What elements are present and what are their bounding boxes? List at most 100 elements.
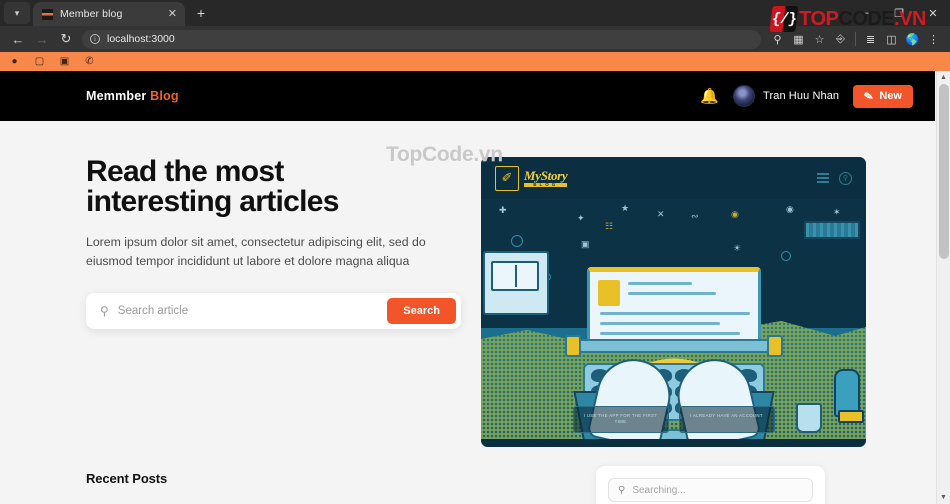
scrollbar-thumb[interactable]: [939, 84, 949, 259]
illustration-search-icon: ⚲: [839, 171, 852, 185]
pen-icon: ✎: [863, 89, 875, 104]
hero-paragraph: Lorem ipsum dolor sit amet, consectetur …: [86, 235, 426, 269]
screen-badge-icon: [597, 280, 620, 306]
sidebar-search-card: ⚲: [596, 466, 825, 504]
maximize-icon[interactable]: ❐: [882, 0, 916, 26]
recent-posts-column: Recent Posts: [86, 471, 576, 504]
hero-illustration: ✐ MyStory BLOG ⚲ ✚ ✦ ★ ✕ ◉ ◉ ✶ ☀ ☷ ▣ ∾ I…: [481, 157, 866, 447]
instagram-icon[interactable]: ▢: [33, 55, 46, 68]
page-title: Read the most interesting articles: [86, 157, 461, 217]
browser-window: ▾ Member blog ✕ + — ❐ ✕ ← → ↻ i localhos…: [0, 0, 950, 504]
typewriter-screen: [586, 267, 761, 343]
first-time-button[interactable]: I USE THE APP FOR THE FIRST TIME: [572, 405, 669, 433]
tab-search-button[interactable]: ▾: [4, 2, 30, 24]
notification-bell-icon[interactable]: 🔔: [700, 87, 719, 105]
page-viewport: Memmber Blog 🔔 Tran Huu Nhan ✎ New Read …: [0, 71, 950, 504]
sidebar-search-bar[interactable]: ⚲: [608, 478, 813, 502]
window-close-icon[interactable]: ✕: [916, 0, 950, 26]
open-book-illustration: [491, 261, 539, 291]
illustration-artwork: ✚ ✦ ★ ✕ ◉ ◉ ✶ ☀ ☷ ▣ ∾ I USE THE APP FOR …: [481, 199, 866, 447]
tab-title: Member blog: [60, 8, 123, 20]
mystory-sub: BLOG: [524, 182, 568, 188]
phone-icon[interactable]: ✆: [83, 55, 96, 68]
typewriter-knob-right: [766, 335, 783, 357]
new-post-button-label: New: [879, 90, 902, 102]
back-icon[interactable]: ←: [6, 28, 30, 50]
mystory-wordmark: MyStory BLOG: [524, 167, 568, 188]
circle-doodle: [511, 235, 523, 247]
scroll-up-arrow[interactable]: ▲: [937, 71, 950, 84]
have-account-button[interactable]: I ALREADY HAVE AN ACCOUNT: [678, 405, 775, 433]
browser-toolbar: ← → ↻ i localhost:3000 ⚲ ▦ ☆ ⎆ ≣ ◫ 🌎 ⋮: [0, 26, 950, 52]
quill-badge-icon: ✐: [495, 165, 519, 191]
site-info-icon[interactable]: i: [90, 34, 100, 44]
scroll-down-arrow[interactable]: ▼: [937, 491, 950, 504]
sparkle-icon: ✦: [577, 213, 585, 223]
twitch-icon[interactable]: ▣: [58, 55, 71, 68]
forward-icon[interactable]: →: [30, 28, 54, 50]
rocket-icon: ★: [621, 203, 630, 213]
hero-copy: Read the most interesting articles Lorem…: [86, 157, 461, 447]
member-blog-favicon: [42, 8, 53, 20]
user-menu[interactable]: Tran Huu Nhan: [733, 85, 839, 107]
brand-word-1: Memmber: [86, 89, 147, 103]
sidebar-search-input[interactable]: [632, 484, 803, 496]
open-book-icon: ☷: [605, 221, 614, 231]
tab-member-blog[interactable]: Member blog ✕: [33, 2, 185, 26]
hero-search-bar: ⚲ Search: [86, 293, 461, 330]
header-actions: 🔔 Tran Huu Nhan ✎ New: [700, 84, 913, 108]
site-brand[interactable]: Memmber Blog: [86, 89, 179, 103]
hero-title-line-1: Read the most: [86, 155, 284, 188]
profile-icon[interactable]: 🌎: [902, 29, 923, 50]
address-bar-url: localhost:3000: [107, 33, 175, 45]
sidebar-search-icon: ⚲: [618, 484, 626, 496]
mystory-name: MyStory: [524, 167, 568, 183]
minimize-icon[interactable]: —: [848, 0, 882, 26]
illustration-cta-row: I USE THE APP FOR THE FIRST TIME I ALREA…: [481, 405, 866, 433]
window-controls: — ❐ ✕: [848, 0, 950, 26]
reload-icon[interactable]: ↻: [54, 28, 78, 50]
illustration-footer-bar: [481, 439, 866, 447]
planet-icon: ◉: [731, 209, 739, 219]
address-bar[interactable]: i localhost:3000: [82, 29, 761, 49]
illustration-app-bar-icons: ⚲: [817, 171, 852, 185]
search-button[interactable]: Search: [387, 298, 456, 325]
tab-strip: ▾ Member blog ✕ + — ❐ ✕: [0, 0, 950, 26]
bookmark-star-icon[interactable]: ☆: [809, 29, 830, 50]
typewriter-knob-left: [564, 335, 581, 357]
content-section: Recent Posts ⚲: [0, 447, 935, 504]
user-name: Tran Huu Nhan: [763, 90, 840, 102]
new-post-button[interactable]: ✎ New: [853, 84, 913, 108]
site-header: Memmber Blog 🔔 Tran Huu Nhan ✎ New: [0, 71, 935, 121]
crane-illustration: [804, 221, 860, 239]
balloon-icon: ☀: [733, 243, 742, 253]
illustration-app-bar: ✐ MyStory BLOG ⚲: [481, 157, 866, 199]
sunburst-icon: ✶: [833, 207, 841, 217]
hero-title-line-2: interesting articles: [86, 185, 339, 218]
circle-doodle: [781, 251, 791, 261]
brand-word-2: Blog: [150, 89, 179, 103]
bookmarks-bar: ● ▢ ▣ ✆: [0, 52, 950, 71]
chrome-menu-icon[interactable]: ⋮: [923, 29, 944, 50]
key-icon[interactable]: ⚲: [767, 29, 788, 50]
reading-list-icon[interactable]: ≣: [860, 29, 881, 50]
page-scrollbar[interactable]: ▲ ▼: [936, 71, 950, 504]
extensions-icon[interactable]: ⎆: [830, 29, 851, 50]
squiggle-icon: ∾: [691, 211, 699, 221]
payment-card-icon[interactable]: ▦: [788, 29, 809, 50]
side-panel-icon[interactable]: ◫: [881, 29, 902, 50]
typewriter-roller: [568, 339, 779, 353]
hamburger-icon: [817, 173, 829, 183]
avatar: [733, 85, 756, 107]
close-icon[interactable]: ✕: [166, 7, 179, 22]
new-tab-button[interactable]: +: [190, 2, 212, 24]
facebook-icon[interactable]: ●: [8, 55, 21, 68]
cube-icon: ▣: [581, 239, 590, 249]
mystory-logo: ✐ MyStory BLOG: [495, 165, 568, 191]
sparkle-icon: ✚: [499, 205, 507, 215]
hero-section: Read the most interesting articles Lorem…: [0, 121, 935, 447]
cross-icon: ✕: [657, 209, 665, 219]
eye-icon: ◉: [786, 204, 794, 214]
search-input[interactable]: [117, 305, 388, 318]
recent-posts-title: Recent Posts: [86, 471, 168, 486]
